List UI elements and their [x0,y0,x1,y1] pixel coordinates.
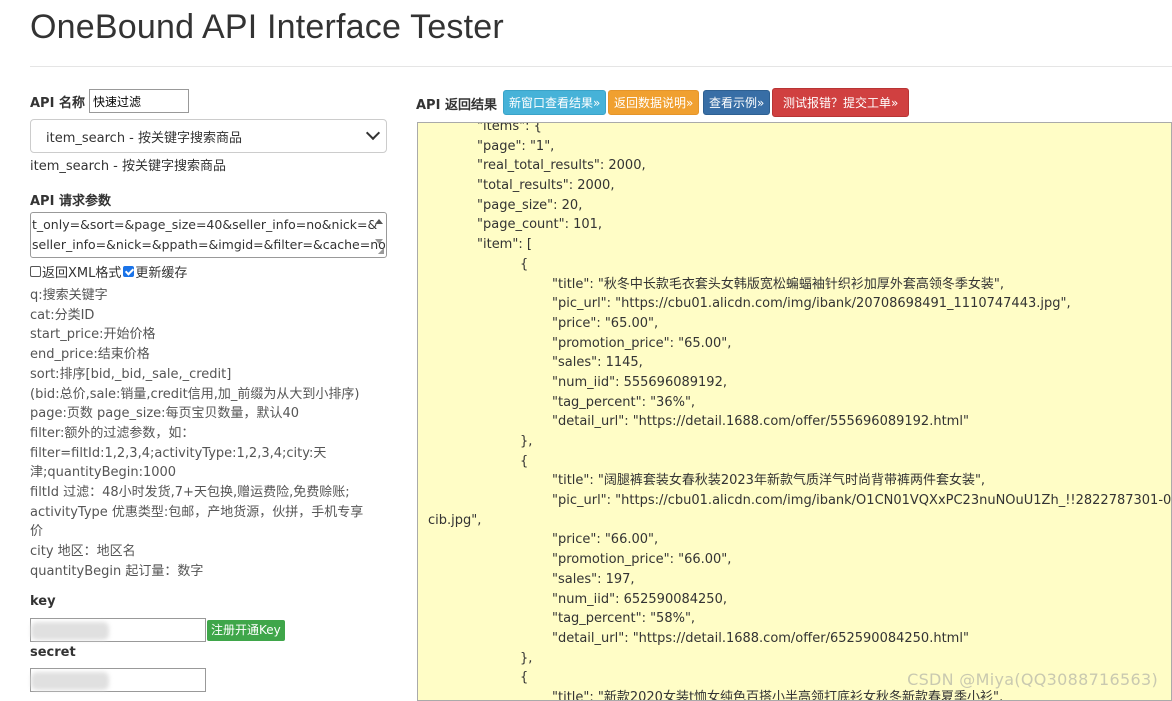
result-label: API 返回结果 [416,98,497,113]
json-line: "title": "阔腿裤套装女春秋装2023年新款气质洋气时尚背带裤两件套女装… [552,473,986,489]
api-name-label: API 名称 [30,95,85,111]
json-line: "real_total_results": 2000, [477,158,646,174]
key-input[interactable] [30,618,206,642]
xml-format-label: 返回XML格式 [42,266,122,281]
report-error-button[interactable]: 测试报错？提交工单» [772,88,910,117]
scroll-down-icon[interactable] [375,239,383,244]
help-line: filter:额外的过滤参数，如： [30,425,195,441]
help-line: q:搜索关键字 [30,288,108,303]
help-line: end_price:结束价格 [30,347,150,363]
help-line: 价 [30,524,44,540]
json-line: "total_results": 2000, [477,178,615,194]
api-filter-input[interactable] [88,89,189,113]
json-line: "detail_url": "https://detail.1688.com/o… [552,630,969,646]
watermark: CSDN @Miya(QQ3088716563) [907,670,1158,689]
help-line: filter=filtId:1,2,3,4;activityType:1,2,3… [30,445,327,461]
result-json: "items": { "page": "1", "real_total_result… [418,122,1172,701]
options-row: 返回XML格式 更新缓存 [30,262,187,281]
view-example-button[interactable]: 查看示例» [703,90,771,115]
help-line: (bid:总价,sale:销量,credit信用,加_前缀为从大到小排序) [30,386,360,402]
param-help-text: q:搜索关键字 cat:分类ID start_price:开始价格 end_price… [30,286,385,582]
help-line: page:页数 page_size:每页宝贝数量，默认40 [30,406,300,422]
help-line: filtId 过滤：48小时发货,7+天包换,赠运费险,免费赊账; [30,485,350,501]
json-line: "title": "新款2020女装t恤女纯色百搭小半高领打底衫女秋冬新款春夏季… [552,689,1004,701]
json-line: "item": [ [477,237,532,253]
json-line: cib.jpg", [428,512,482,528]
update-cache-checkbox[interactable] [123,266,135,277]
help-line: start_price:开始价格 [30,327,156,343]
help-line: activityType 优惠类型:包邮，产地货源，伙拼，手机专享 [30,504,364,520]
json-line: }, [520,650,533,666]
json-line: "pic_url": "https://cbu01.alicdn.com/img… [552,296,1071,312]
xml-format-checkbox[interactable] [30,266,41,277]
update-cache-label: 更新缓存 [135,266,188,281]
register-key-button[interactable]: 注册开通Key [207,620,285,641]
header-divider [30,66,1172,67]
help-line: quantityBegin 起订量：数字 [30,563,204,579]
api-select-value: item_search - 按关键字搜索商品 [46,130,243,146]
left-panel: API 名称 item_search - 按关键字搜索商品 item_searc… [30,88,390,692]
help-line: city 地区：地区名 [30,544,136,560]
secret-label: secret [30,645,76,660]
page-title: OneBound API Interface Tester [30,8,504,46]
redacted-value [31,622,109,640]
json-line: "promotion_price": "65.00", [552,335,732,351]
json-line: "sales": 1145, [552,355,643,371]
request-params-label: API 请求参数 [30,194,111,209]
api-name-row: API 名称 [30,88,390,114]
json-line: "tag_percent": "36%", [552,394,696,410]
json-line: "page_count": 101, [477,217,603,233]
json-line: "detail_url": "https://detail.1688.com/o… [552,414,969,430]
json-line: "pic_url": "https://cbu01.alicdn.com/img… [552,493,1172,509]
api-select[interactable]: item_search - 按关键字搜索商品 [30,119,387,153]
secret-input[interactable] [30,668,206,692]
redacted-value [31,672,109,690]
json-line: }, [520,434,533,449]
json-line: "title": "秋冬中长款毛衣套头女韩版宽松蝙蝠袖针织衫加厚外套高领冬季女装… [552,276,1004,292]
json-line: "price": "66.00", [552,532,659,548]
json-line: "num_iid": 652590084250, [552,591,727,607]
request-params-textarea[interactable]: t_only=&sort=&page_size=40&seller_info=n… [30,212,387,258]
json-line: "sales": 197, [552,571,635,587]
json-line: { [520,453,529,469]
scroll-up-icon[interactable] [375,219,383,224]
params-line: seller_info=&nick=&ppath=&imgid=&filter=… [32,237,386,252]
result-output[interactable]: "items": { "page": "1", "real_total_result… [417,122,1172,701]
api-description: item_search - 按关键字搜索商品 [30,159,227,174]
chevron-down-icon [365,125,381,141]
json-line: "tag_percent": "58%", [552,611,696,627]
json-line: "num_iid": 555696089192, [552,374,727,390]
json-line: { [520,256,529,272]
data-description-button[interactable]: 返回数据说明» [608,90,700,115]
key-label: key [30,594,56,609]
resize-handle-icon[interactable]: ◢ [378,247,384,255]
json-line: "price": "65.00", [552,315,659,331]
params-line: t_only=&sort=&page_size=40&seller_info=n… [32,217,378,232]
help-line: cat:分类ID [30,307,95,323]
open-new-window-button[interactable]: 新窗口查看结果» [503,90,607,115]
help-line: sort:排序[bid,_bid,_sale,_credit] [30,366,232,382]
help-line: 津;quantityBegin:1000 [30,465,177,481]
json-line: "page": "1", [477,138,555,154]
json-line: "page_size": 20, [477,197,583,213]
json-line: "items": { [477,122,542,134]
json-line: "promotion_price": "66.00", [552,552,732,568]
